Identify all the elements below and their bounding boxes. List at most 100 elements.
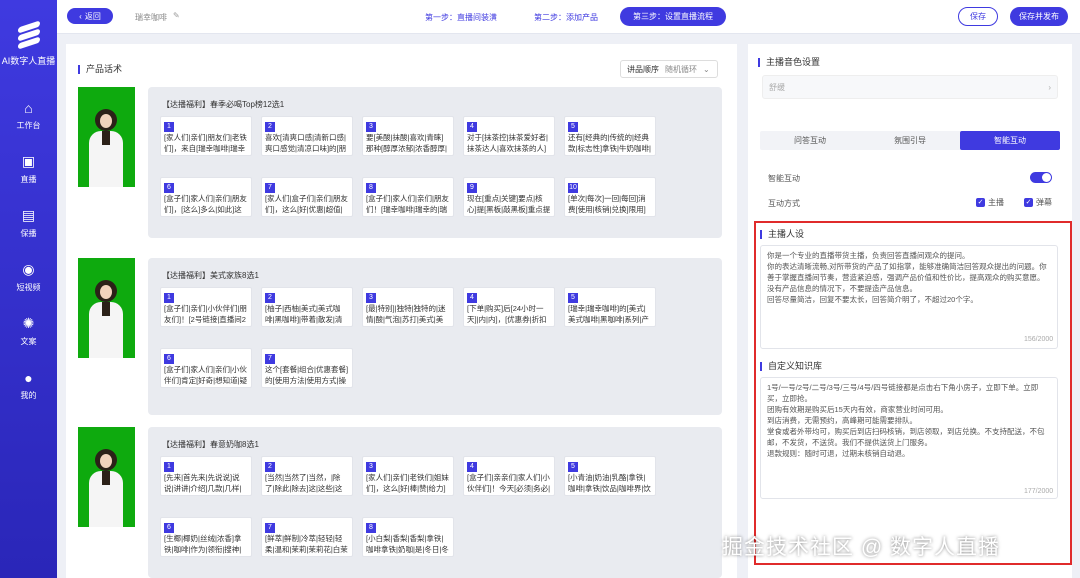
item-number: 8 xyxy=(366,523,376,533)
danmaku-checkbox[interactable]: ✓ 弹幕 xyxy=(1024,197,1052,208)
script-item[interactable]: 8[小白梨|香梨|香梨|拿铁|咖啡拿铁|奶咖|是|冬日|冬季|寒冬|限定|专属.… xyxy=(362,517,454,557)
item-text: [生椰|椰奶|丝绒|浓香]拿铁|咖啡|作为|领衔|搜神|充电|恢复|神器|利..… xyxy=(164,534,242,554)
smart-toggle[interactable] xyxy=(1030,172,1052,183)
home-icon: ⌂ xyxy=(24,99,33,116)
item-text: [当然|当然了|当然，|除了|除此|除去]这|这些|这些个]这类]经典款|经典.… xyxy=(265,473,343,493)
item-text: 要[美酸|抹酸|喜欢|青睐]那种[醇厚浓郁|浓香醇厚|香浓醇厚|浓厚香醇]... xyxy=(366,133,447,153)
item-number: 4 xyxy=(467,462,477,472)
product-card: 【达播福利】春意奶咖8选1 1 [先来|首先来|先说说]说说|讲讲|介绍]几款|几样… xyxy=(148,427,722,578)
script-item[interactable]: 3要[美酸|抹酸|喜欢|青睐]那种[醇厚浓郁|浓香醇厚|香浓醇厚|浓厚香醇]..… xyxy=(362,116,454,156)
avatar-thumbnail[interactable] xyxy=(78,258,135,358)
script-item[interactable]: 3[家人们|亲们|老铁们|姐妹们]，这么[好|棒|赞|给力]的[福利|优惠|团购… xyxy=(362,456,454,496)
script-item[interactable]: 1[家人们|亲们|朋友们|老铁们]，来自[瑞幸咖啡|瑞幸的|瑞幸]的[超划算|.… xyxy=(160,116,252,156)
item-text: 这个[套餐|组合|优惠套餐]的[使用方法|使用方式|操作流程]也[特别|... xyxy=(265,365,349,385)
item-number: 4 xyxy=(467,122,477,132)
tab-smart[interactable]: 智能互动 xyxy=(960,131,1060,150)
chevron-left-icon: ‹ xyxy=(79,11,82,21)
app-title: AI数字人直播 xyxy=(1,55,56,66)
sidebar-item-label: 保播 xyxy=(20,228,37,238)
item-number: 6 xyxy=(164,354,174,364)
chevron-down-icon: ⌄ xyxy=(703,64,710,74)
save-publish-button[interactable]: 保存并发布 xyxy=(1010,7,1068,26)
sidebar-item-label: 直播 xyxy=(20,174,37,184)
avatar-thumbnail[interactable] xyxy=(78,427,135,527)
script-item[interactable]: 2[柚子|西柚|美式|美式咖啡|黑咖啡]|带着|散发|清新|清爽]的[香气... xyxy=(261,287,353,327)
item-number: 7 xyxy=(265,523,275,533)
sidebar-item-label: 我的 xyxy=(20,390,37,400)
script-item[interactable]: 4对于[抹茶控|抹茶爱好者|抹茶达人|喜欢抹茶的人]来说，[抹茶拿铁|抹... xyxy=(463,116,555,156)
persona-textarea[interactable]: 你是一个专业的直播带货主播，负责回答直播间观众的提问。 你的表达清晰流畅,对所带… xyxy=(760,245,1058,349)
kb-counter: 177/2000 xyxy=(1024,488,1054,495)
script-item[interactable]: 8[盒子们|家人们|亲们|朋友们！[瑞幸咖啡|瑞幸的|瑞幸]直播|直接了... xyxy=(362,177,454,217)
step-1[interactable]: 第一步：直播间装潢 xyxy=(425,12,497,23)
smart-label: 智能互动 xyxy=(768,174,800,183)
save-button[interactable]: 保存 xyxy=(958,7,998,26)
script-item[interactable]: 2[当然|当然了|当然，|除了|除此|除去]这|这些|这些个]这类]经典款|经典… xyxy=(261,456,353,496)
avatar xyxy=(95,449,117,471)
avatar-thumbnail[interactable] xyxy=(78,87,135,187)
script-item[interactable]: 2喜欢[清爽口感|清新口感|爽口感觉|清凉口味]的[朋友们|亲们|盒子们... xyxy=(261,116,353,156)
item-text: [瑞幸|瑞幸咖啡]的[美式|美式咖啡|黑咖啡|系列|产品]|用的|采用|都是..… xyxy=(568,304,649,324)
avatar xyxy=(95,109,117,131)
script-item[interactable]: 1[先来|首先来|先说说]说说|讲讲|介绍]几款|几样|几类]经典|经典款|招.… xyxy=(160,456,252,496)
sidebar-item-5[interactable]: ✺ 文案 xyxy=(0,304,57,358)
anchor-checkbox[interactable]: ✓ 主播 xyxy=(976,197,1004,208)
sidebar-item-2[interactable]: ▣ 直播 xyxy=(0,142,57,196)
script-item[interactable]: 7[家人们|盒子们|亲们|朋友们]，这么[好|优惠|超值|划算]的[福利|优惠|… xyxy=(261,177,353,217)
kb-title: 自定义知识库 xyxy=(760,362,822,371)
photo-icon: ◉ xyxy=(22,261,35,277)
sidebar-item-1[interactable]: ⌂ 工作台 xyxy=(0,88,57,142)
script-item[interactable]: 5还有[经典的|传统的|经典款|标志性]拿铁|牛奶咖啡|奶咖|拿铁咖啡]，... xyxy=(564,116,656,156)
script-item[interactable]: 10[单次|每次]一回|每回]消费[使用|核销|兑换]限用]仅限[限定|只能用]… xyxy=(564,177,656,217)
item-text: [盒子们|家人们|亲们|小伙伴们]肯定[好奇|想知道|疑问|关心]，这8... xyxy=(164,365,248,385)
sidebar-item-6[interactable]: ● 我的 xyxy=(0,358,57,412)
script-item[interactable]: 6[盒子们|家人们|亲们|朋友们]，[这么]多么|如此]这般[丰富|多样|繁多|… xyxy=(160,177,252,217)
item-text: [盒子们|亲亲们|家人们|小伙伴们]！今天[必须|务必|一定|非得]把这个... xyxy=(467,473,551,493)
script-item[interactable]: 1[盒子们|亲们|小伙伴们|朋友们]！[2号链接|直播间2号链接|二号团购链..… xyxy=(160,287,252,327)
order-select[interactable]: 讲品顺序 随机循环 ⌄ xyxy=(620,60,718,78)
script-item[interactable]: 5[小青油|奶油|乳酪|拿铁|咖啡|拿铁|饮品|咖啡界|饮品圈|咖啡行业|咖啡.… xyxy=(564,456,656,496)
script-item[interactable]: 4[下单|购买]后[24小时一天]|内|内]，[优惠券|折扣券|会员|自动]关联… xyxy=(463,287,555,327)
sidebar-item-label: 工作台 xyxy=(16,120,41,130)
item-number: 1 xyxy=(164,122,174,132)
product-title: 【达播福利】美式家族8选1 xyxy=(162,271,259,280)
kb-textarea[interactable]: 1号/一号/2号/二号/3号/三号/4号/四号链接都是点击右下角小房子，立即下单… xyxy=(760,377,1058,499)
item-text: [先来|首先来|先说说]说说|讲讲|介绍]几款|几样|几类]经典|经典款|招..… xyxy=(164,473,242,493)
app-logo: AI数字人直播 xyxy=(0,0,57,88)
check-icon: ✓ xyxy=(976,198,985,207)
script-item[interactable]: 7[鲜萃|鲜制|冷萃|轻轻|轻柔|温和|茉莉|茉莉花|白茉莉|特大杯装|超大杯.… xyxy=(261,517,353,557)
item-number: 3 xyxy=(366,293,376,303)
item-text: [单次|每次]一回|每回]消费[使用|核销|兑换]限用]仅限[限定|只能用]—.… xyxy=(568,194,646,214)
tab-qa[interactable]: 问答互动 xyxy=(760,131,860,150)
sidebar-item-3[interactable]: ▤ 保播 xyxy=(0,196,57,250)
script-item[interactable]: 5[瑞幸|瑞幸咖啡]的[美式|美式咖啡|黑咖啡|系列|产品]|用的|采用|都是.… xyxy=(564,287,656,327)
script-item[interactable]: 6[盒子们|家人们|亲们|小伙伴们]肯定[好奇|想知道|疑问|关心]，这8... xyxy=(160,348,252,388)
script-item[interactable]: 6[生椰|椰奶|丝绒|浓香]拿铁|咖啡|作为|领衔|搜神|充电|恢复|神器|利.… xyxy=(160,517,252,557)
watermark: 掘金技术社区 @ 数字人直播 xyxy=(722,536,1000,559)
tone-select[interactable]: 舒缓 › xyxy=(762,75,1058,99)
item-number: 2 xyxy=(265,293,275,303)
item-text: [小白梨|香梨|香梨|拿铁|咖啡拿铁|奶咖|是|冬日|冬季|寒冬|限定|专属..… xyxy=(366,534,449,554)
edit-icon[interactable]: ✎ xyxy=(173,11,180,20)
item-text: 现在[重点|关键]要点|核心]提[黑板|敲黑板]重点提示|注意啦]！购买后... xyxy=(467,194,551,214)
persona-title: 主播人设 xyxy=(760,230,804,239)
script-item[interactable]: 4[盒子们|亲亲们|家人们|小伙伴们]！今天[必须|务必|一定|非得]把这个..… xyxy=(463,456,555,496)
item-number: 6 xyxy=(164,523,174,533)
item-text: [家人们|盒子们|亲们|朋友们]，这么[好|优惠|超值|划算]的[福利|优惠|.… xyxy=(265,194,348,214)
back-button[interactable]: ‹ 返回 xyxy=(67,8,113,24)
project-name: 瑞幸咖啡 xyxy=(135,13,167,22)
camera-icon: ▣ xyxy=(21,153,36,169)
script-item[interactable]: 7这个[套餐|组合|优惠套餐]的[使用方法|使用方式|操作流程]也[特别|... xyxy=(261,348,353,388)
script-item[interactable]: 3[最|特别]|独特|独特的|迷情|酸|气泡|苏打|美式|美式咖啡|黑咖啡]..… xyxy=(362,287,454,327)
user-icon: ● xyxy=(24,369,33,386)
sidebar-item-4[interactable]: ◉ 短视频 xyxy=(0,250,57,304)
step-2[interactable]: 第二步：添加产品 xyxy=(534,12,598,23)
item-number: 10 xyxy=(568,183,578,193)
mode-label: 互动方式 xyxy=(768,199,800,208)
step-3[interactable]: 第三步：设置直播流程 xyxy=(620,7,726,26)
item-number: 2 xyxy=(265,462,275,472)
tab-atmosphere[interactable]: 氛围引导 xyxy=(860,131,960,150)
script-item[interactable]: 9现在[重点|关键]要点|核心]提[黑板|敲黑板]重点提示|注意啦]！购买后..… xyxy=(463,177,555,217)
item-number: 5 xyxy=(568,462,578,472)
item-text: [鲜萃|鲜制|冷萃|轻轻|轻柔|温和|茉莉|茉莉花|白茉莉|特大杯装|超大杯..… xyxy=(265,534,348,554)
